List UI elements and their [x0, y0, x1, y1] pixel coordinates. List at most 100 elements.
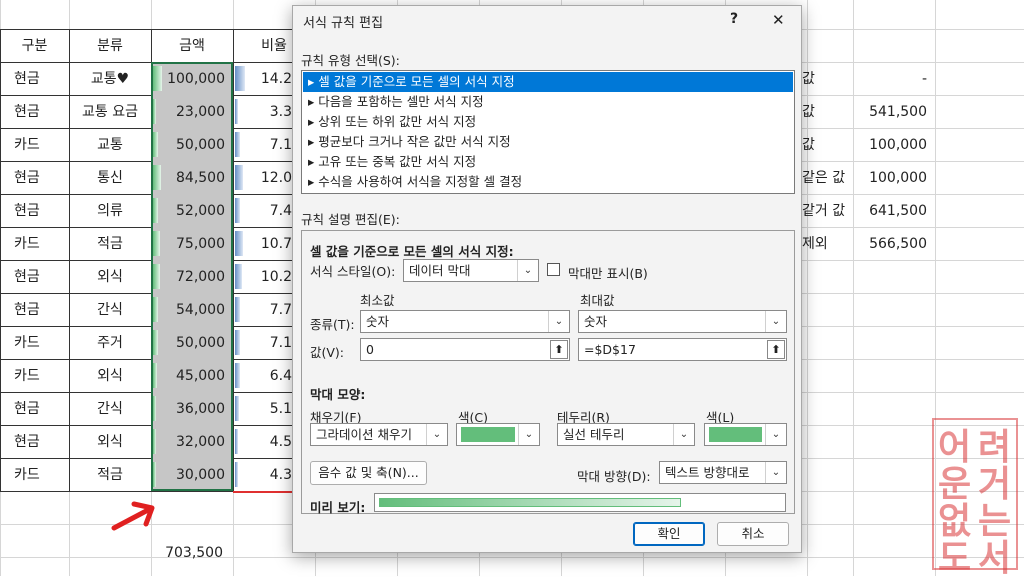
summary-value[interactable]: 100,000	[853, 161, 935, 194]
cell-amount[interactable]: 45,000	[151, 359, 233, 392]
cell-ratio[interactable]: 3.3	[233, 95, 292, 128]
cell-ratio[interactable]: 5.1	[233, 392, 292, 425]
rule-type-item[interactable]: ▸ 고유 또는 중복 값만 서식 지정	[303, 152, 793, 172]
cell-type[interactable]: 현금	[0, 260, 69, 293]
min-type-select[interactable]: 숫자 ⌄	[360, 310, 570, 333]
summary-label[interactable]: 같은 값	[802, 161, 853, 194]
summary-label[interactable]: 같거 값	[802, 194, 853, 227]
cell-amount[interactable]: 54,000	[151, 293, 233, 326]
cell-type[interactable]: 카드	[0, 458, 69, 491]
range-select-icon[interactable]: ⬆	[550, 340, 568, 359]
cell-category[interactable]: 교통♥	[69, 62, 151, 95]
cell-ratio[interactable]: 14.2	[233, 62, 292, 95]
min-type-value: 숫자	[366, 314, 390, 329]
summary-value[interactable]: 100,000	[853, 128, 935, 161]
summary-value[interactable]: 641,500	[853, 194, 935, 227]
summary-label[interactable]: 값	[802, 95, 853, 128]
cell-amount[interactable]: 50,000	[151, 128, 233, 161]
border-type-select[interactable]: 실선 테두리 ⌄	[557, 423, 695, 446]
cell-category[interactable]: 적금	[69, 458, 151, 491]
direction-select[interactable]: 텍스트 방향대로 ⌄	[659, 461, 787, 484]
cell-amount[interactable]: 32,000	[151, 425, 233, 458]
cell-category[interactable]: 주거	[69, 326, 151, 359]
cancel-button[interactable]: 취소	[717, 522, 789, 546]
summary-value[interactable]: 566,500	[853, 227, 935, 260]
cell-type[interactable]: 현금	[0, 161, 69, 194]
cell-type[interactable]: 카드	[0, 326, 69, 359]
cell-amount[interactable]: 23,000	[151, 95, 233, 128]
arrow-icon	[110, 498, 158, 538]
rule-type-item[interactable]: ▸ 평균보다 크거나 작은 값만 서식 지정	[303, 132, 793, 152]
summary-value[interactable]: 541,500	[853, 95, 935, 128]
cell-ratio[interactable]: 6.4	[233, 359, 292, 392]
max-type-value: 숫자	[584, 314, 608, 329]
cell-category[interactable]: 외식	[69, 260, 151, 293]
cell-type[interactable]: 카드	[0, 359, 69, 392]
cell-category[interactable]: 적금	[69, 227, 151, 260]
cell-amount[interactable]: 52,000	[151, 194, 233, 227]
summary-value[interactable]: -	[853, 62, 935, 95]
range-select-icon[interactable]: ⬆	[767, 340, 785, 359]
cell-type[interactable]: 현금	[0, 392, 69, 425]
rule-type-list[interactable]: ▸ 셀 값을 기준으로 모든 셀의 서식 지정 ▸ 다음을 포함하는 셀만 서식…	[301, 70, 795, 194]
cell-amount[interactable]: 72,000	[151, 260, 233, 293]
rule-type-item[interactable]: ▸ 다음을 포함하는 셀만 서식 지정	[303, 92, 793, 112]
cell-category[interactable]: 외식	[69, 425, 151, 458]
cell-amount[interactable]: 30,000	[151, 458, 233, 491]
type-label: 종류(T):	[310, 317, 355, 332]
cell-ratio[interactable]: 4.3	[233, 458, 292, 491]
cell-amount[interactable]: 75,000	[151, 227, 233, 260]
rule-type-item[interactable]: ▸ 상위 또는 하위 값만 서식 지정	[303, 112, 793, 132]
cell-ratio[interactable]: 7.4	[233, 194, 292, 227]
cell-ratio[interactable]: 7.1	[233, 326, 292, 359]
rule-type-item[interactable]: ▸ 수식을 사용하여 서식을 지정할 셀 결정	[303, 172, 793, 192]
cell-amount[interactable]: 50,000	[151, 326, 233, 359]
cell-type[interactable]: 현금	[0, 194, 69, 227]
cell-type[interactable]: 현금	[0, 293, 69, 326]
cell-category[interactable]: 교통 요금	[69, 95, 151, 128]
cell-category[interactable]: 외식	[69, 359, 151, 392]
column-header[interactable]: 구분	[0, 29, 69, 62]
cell-ratio[interactable]: 12.0	[233, 161, 292, 194]
summary-label[interactable]: 값	[802, 128, 853, 161]
cell-amount[interactable]: 100,000	[151, 62, 233, 95]
cell-category[interactable]: 통신	[69, 161, 151, 194]
cell-category[interactable]: 간식	[69, 392, 151, 425]
column-header[interactable]: 금액	[151, 29, 233, 62]
fill-color-picker[interactable]: ⌄	[456, 423, 540, 446]
bar-only-label: 막대만 표시(B)	[568, 266, 648, 281]
stamp-glyph: 서	[978, 537, 1012, 579]
summary-label[interactable]: 값	[802, 62, 853, 95]
chevron-down-icon: ⌄	[765, 311, 786, 332]
cell-type[interactable]: 카드	[0, 128, 69, 161]
column-header[interactable]: 분류	[69, 29, 151, 62]
cell-category[interactable]: 교통	[69, 128, 151, 161]
cell-amount[interactable]: 36,000	[151, 392, 233, 425]
negative-values-button[interactable]: 음수 값 및 축(N)...	[310, 461, 427, 485]
rule-type-item[interactable]: ▸ 셀 값을 기준으로 모든 셀의 서식 지정	[303, 72, 793, 92]
min-value-input[interactable]: 0 ⬆	[360, 338, 570, 361]
cell-category[interactable]: 의류	[69, 194, 151, 227]
summary-label[interactable]: 제외	[802, 227, 853, 260]
ok-button[interactable]: 확인	[633, 522, 705, 546]
cell-category[interactable]: 간식	[69, 293, 151, 326]
close-button[interactable]: ✕	[772, 11, 785, 29]
border-color-picker[interactable]: ⌄	[704, 423, 787, 446]
total-amount[interactable]: 703,500	[151, 536, 231, 569]
max-type-select[interactable]: 숫자 ⌄	[578, 310, 787, 333]
help-button[interactable]: ?	[730, 11, 738, 27]
format-style-select[interactable]: 데이터 막대 ⌄	[403, 259, 539, 282]
cell-type[interactable]: 현금	[0, 62, 69, 95]
cell-amount[interactable]: 84,500	[151, 161, 233, 194]
cell-type[interactable]: 현금	[0, 425, 69, 458]
cell-ratio[interactable]: 10.7	[233, 227, 292, 260]
cell-ratio[interactable]: 7.1	[233, 128, 292, 161]
cell-ratio[interactable]: 7.7	[233, 293, 292, 326]
cell-type[interactable]: 현금	[0, 95, 69, 128]
fill-type-select[interactable]: 그라데이션 채우기 ⌄	[310, 423, 448, 446]
max-value-input[interactable]: =$D$17 ⬆	[578, 338, 787, 361]
bar-only-checkbox[interactable]	[547, 263, 560, 276]
cell-ratio[interactable]: 10.2	[233, 260, 292, 293]
cell-type[interactable]: 카드	[0, 227, 69, 260]
cell-ratio[interactable]: 4.5	[233, 425, 292, 458]
